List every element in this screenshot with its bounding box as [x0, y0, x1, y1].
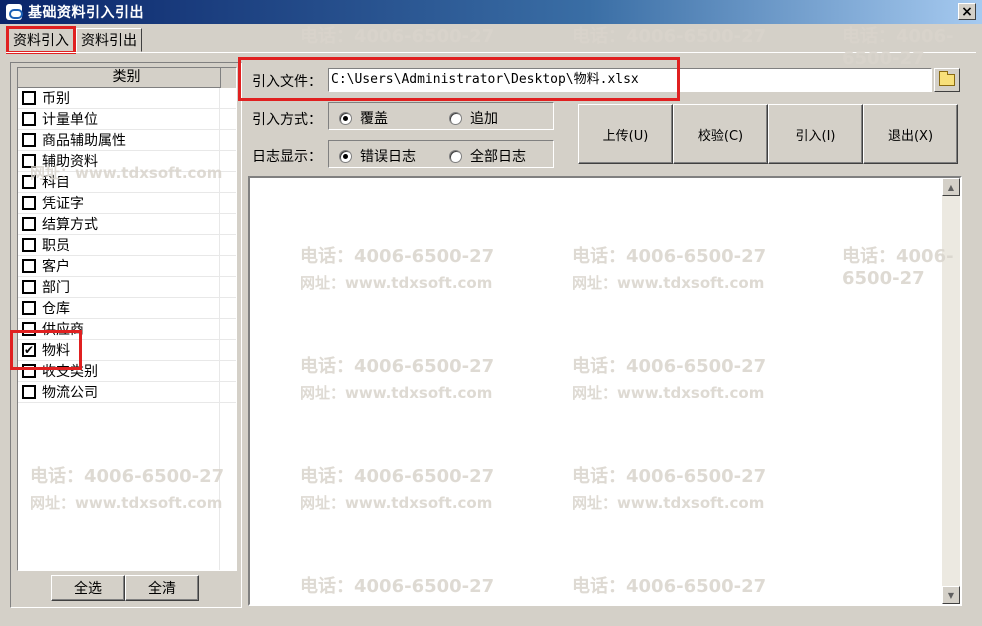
radio-dot[interactable]	[339, 111, 352, 125]
checkbox[interactable]	[22, 112, 36, 126]
checkbox[interactable]	[22, 133, 36, 147]
log-display-group: 错误日志 全部日志	[328, 140, 554, 168]
radio-label: 全部日志	[470, 149, 526, 165]
radio-dot[interactable]	[449, 149, 462, 163]
exit-button[interactable]: 退出(X)	[863, 104, 958, 164]
radio-error-log[interactable]: 错误日志	[339, 146, 416, 166]
checkbox[interactable]	[22, 238, 36, 252]
radio-label: 覆盖	[360, 111, 388, 127]
radio-overwrite[interactable]: 覆盖	[339, 108, 388, 128]
log-display-label: 日志显示：	[252, 149, 322, 165]
checkbox[interactable]	[22, 196, 36, 210]
close-button[interactable]: ×	[958, 3, 976, 20]
category-list-header: 类别	[18, 68, 236, 88]
clear-all-button[interactable]: 全清	[125, 575, 199, 601]
list-header-filler	[220, 68, 236, 88]
list-item-account[interactable]: 科目	[18, 172, 236, 193]
radio-dot[interactable]	[449, 111, 462, 125]
action-bar: 上传(U) 校验(C) 引入(I) 退出(X)	[578, 104, 960, 164]
folder-icon	[939, 71, 955, 86]
list-item-label: 仓库	[42, 301, 70, 317]
upload-button[interactable]: 上传(U)	[578, 104, 673, 164]
checkbox[interactable]	[22, 280, 36, 294]
list-item-settlement[interactable]: 结算方式	[18, 214, 236, 235]
list-item-aux-data[interactable]: 辅助资料	[18, 151, 236, 172]
log-scrollbar[interactable]: ▲ ▼	[942, 178, 960, 604]
list-item-label: 职员	[42, 238, 70, 254]
list-item-label: 物流公司	[42, 385, 98, 401]
list-item-logistics[interactable]: 物流公司	[18, 382, 236, 403]
tab-import[interactable]: 资料引入	[6, 26, 76, 54]
import-mode-group: 覆盖 追加	[328, 102, 554, 130]
checkbox[interactable]	[22, 175, 36, 189]
tab-divider	[6, 52, 976, 53]
radio-label: 错误日志	[360, 149, 416, 165]
list-item-label: 币别	[42, 91, 70, 107]
tab-export[interactable]: 资料引出	[76, 28, 142, 52]
checkbox[interactable]	[22, 154, 36, 168]
checkbox[interactable]	[22, 91, 36, 105]
radio-label: 追加	[470, 111, 498, 127]
list-item-label: 凭证字	[42, 196, 84, 212]
select-all-button[interactable]: 全选	[51, 575, 125, 601]
title-bar: 基础资料引入引出 ×	[0, 0, 982, 24]
checkbox[interactable]	[22, 259, 36, 273]
radio-dot[interactable]	[339, 149, 352, 163]
highlight-file-path	[238, 57, 680, 101]
list-item-aux-attr[interactable]: 商品辅助属性	[18, 130, 236, 151]
list-item-label: 客户	[42, 259, 70, 275]
list-item-warehouse[interactable]: 仓库	[18, 298, 236, 319]
list-item-label: 结算方式	[42, 217, 98, 233]
checkbox[interactable]	[22, 301, 36, 315]
list-item-customer[interactable]: 客户	[18, 256, 236, 277]
scroll-down-icon[interactable]: ▼	[942, 586, 960, 604]
highlight-material	[10, 330, 82, 370]
tab-strip: 资料引入 资料引出	[6, 26, 144, 54]
list-item-department[interactable]: 部门	[18, 277, 236, 298]
checkbox[interactable]	[22, 385, 36, 399]
radio-append[interactable]: 追加	[449, 108, 498, 128]
import-file-input-extension[interactable]	[676, 68, 932, 92]
list-item-label: 科目	[42, 175, 70, 191]
list-item-label: 部门	[42, 280, 70, 296]
list-item-unit[interactable]: 计量单位	[18, 109, 236, 130]
verify-button[interactable]: 校验(C)	[673, 104, 768, 164]
import-button[interactable]: 引入(I)	[768, 104, 863, 164]
list-grid-line	[219, 88, 220, 570]
import-mode-label: 引入方式：	[252, 112, 322, 128]
scroll-up-icon[interactable]: ▲	[942, 178, 960, 196]
watermark-phone: 电话：4006-6500-27	[300, 26, 495, 47]
window-title: 基础资料引入引出	[28, 5, 144, 21]
list-item-label: 辅助资料	[42, 154, 98, 170]
list-item-label: 计量单位	[42, 112, 98, 128]
cloud-app-icon	[6, 4, 23, 20]
watermark-phone: 电话：4006-6500-27	[572, 26, 767, 47]
list-item-staff[interactable]: 职员	[18, 235, 236, 256]
log-output[interactable]: ▲ ▼	[248, 176, 962, 606]
checkbox[interactable]	[22, 217, 36, 231]
category-list[interactable]: 类别 币别 计量单位 商品辅助属性 辅助资料 科目 凭证字 结算方式 职员 客户…	[17, 67, 237, 571]
radio-all-log[interactable]: 全部日志	[449, 146, 526, 166]
list-buttons: 全选 全清	[11, 575, 243, 603]
list-item-label: 商品辅助属性	[42, 133, 126, 149]
list-item-currency[interactable]: 币别	[18, 88, 236, 109]
list-item-voucher[interactable]: 凭证字	[18, 193, 236, 214]
browse-button[interactable]	[934, 68, 960, 92]
